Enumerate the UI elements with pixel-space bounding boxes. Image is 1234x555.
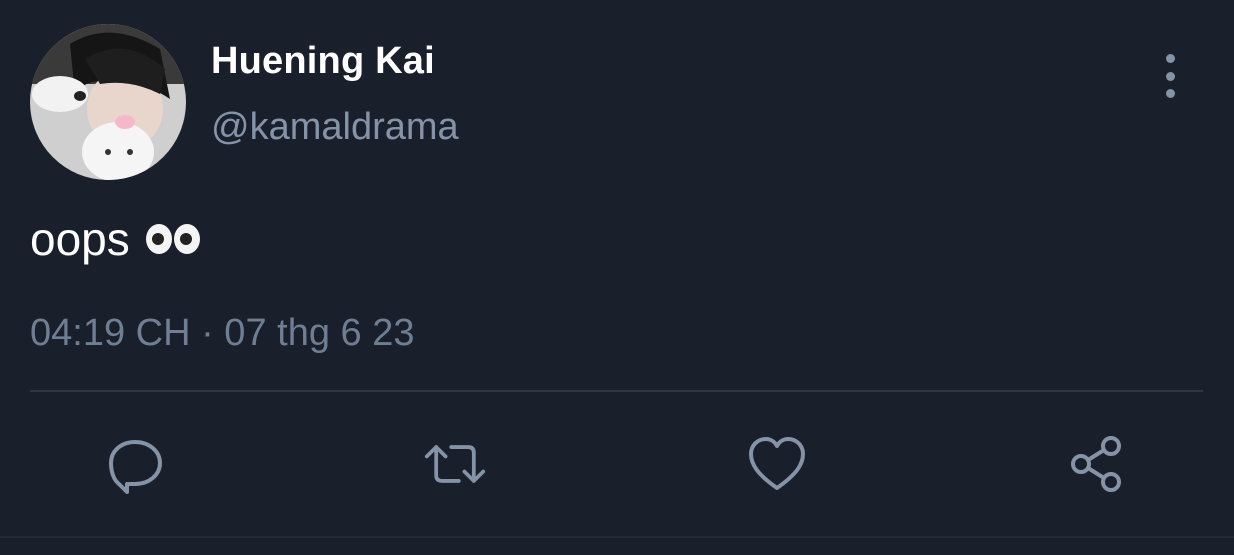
tweet-timestamp[interactable]: 04:19 CH · 07 thg 6 23 (30, 312, 414, 355)
share-button[interactable] (1067, 432, 1131, 496)
bottom-divider (0, 536, 1234, 538)
avatar[interactable] (30, 24, 186, 180)
share-icon (1071, 436, 1121, 492)
reply-icon (109, 440, 162, 494)
author-display-name[interactable]: Huening Kai (211, 40, 435, 83)
tweet-card: Huening Kai @kamaldrama oops 04:19 CH · … (0, 0, 1234, 555)
reply-button[interactable] (103, 432, 167, 496)
author-handle[interactable]: @kamaldrama (211, 106, 459, 149)
eye-left (145, 224, 172, 254)
more-dot (1165, 89, 1175, 98)
tweet-text: oops (30, 212, 200, 266)
more-options-button[interactable] (1156, 54, 1184, 98)
retweet-button[interactable] (423, 432, 487, 496)
more-vertical-icon (1165, 54, 1175, 63)
eyes-emoji-icon (145, 224, 200, 254)
avatar-photo (30, 24, 186, 180)
divider (30, 390, 1203, 392)
heart-icon (749, 437, 805, 490)
retweet-icon (424, 445, 486, 483)
tweet-text-content: oops (30, 213, 130, 265)
like-button[interactable] (745, 432, 809, 496)
eye-right (173, 224, 200, 254)
more-dot (1165, 71, 1175, 81)
